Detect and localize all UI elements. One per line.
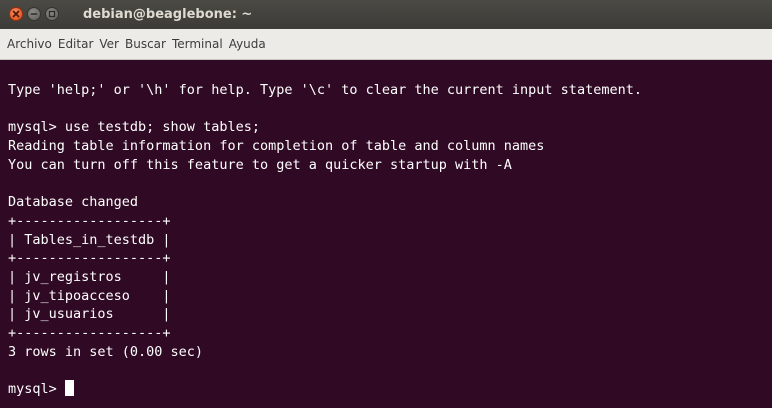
menu-buscar[interactable]: Buscar xyxy=(122,37,169,51)
terminal-line: | jv_tipoacceso | xyxy=(8,287,171,304)
mysql-prompt: mysql> xyxy=(8,381,65,397)
terminal-output[interactable]: Type 'help;' or '\h' for help. Type '\c'… xyxy=(0,60,772,408)
terminal-line: mysql> use testdb; show tables; xyxy=(8,119,260,136)
terminal-line: Reading table information for completion… xyxy=(8,138,545,155)
terminal-line: 3 rows in set (0.00 sec) xyxy=(8,343,204,360)
terminal-line: | jv_registros | xyxy=(8,268,171,285)
terminal-line: +------------------+ xyxy=(8,324,171,341)
prompt-line[interactable]: mysql> xyxy=(8,380,772,399)
menu-archivo[interactable]: Archivo xyxy=(4,37,55,51)
close-icon xyxy=(12,10,20,18)
close-button[interactable] xyxy=(9,7,23,21)
terminal-line: | Tables_in_testdb | xyxy=(8,231,171,248)
menu-bar: Archivo Editar Ver Buscar Terminal Ayuda xyxy=(0,29,772,60)
text-cursor xyxy=(64,380,74,396)
title-bar[interactable]: debian@beaglebone: ~ xyxy=(0,0,772,29)
maximize-button[interactable] xyxy=(45,7,59,21)
minimize-button[interactable] xyxy=(27,7,41,21)
menu-ayuda[interactable]: Ayuda xyxy=(226,37,269,51)
menu-editar[interactable]: Editar xyxy=(55,37,97,51)
window-title: debian@beaglebone: ~ xyxy=(83,7,253,22)
maximize-icon xyxy=(48,10,56,18)
terminal-window: debian@beaglebone: ~ Archivo Editar Ver … xyxy=(0,0,772,408)
terminal-line: | jv_usuarios | xyxy=(8,306,171,323)
minimize-icon xyxy=(30,13,38,15)
terminal-line: Database changed xyxy=(8,194,139,211)
terminal-line: Type 'help;' or '\h' for help. Type '\c'… xyxy=(8,82,642,98)
terminal-line: +------------------+ xyxy=(8,250,171,267)
menu-terminal[interactable]: Terminal xyxy=(169,37,226,51)
terminal-line: +------------------+ xyxy=(8,212,171,229)
terminal-line: You can turn off this feature to get a q… xyxy=(8,156,512,173)
menu-ver[interactable]: Ver xyxy=(96,37,122,51)
